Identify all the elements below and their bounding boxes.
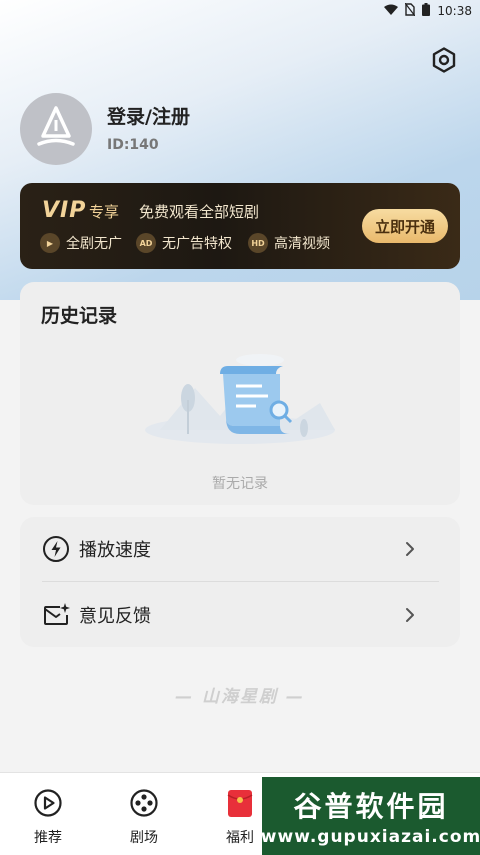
tab-label: 剧场 <box>130 830 158 846</box>
ad-icon: AD <box>136 233 156 253</box>
empty-history-illustration <box>145 354 335 444</box>
vip-feature-label: 高清视频 <box>274 236 330 252</box>
tab-label: 推荐 <box>34 830 62 846</box>
red-envelope-icon <box>227 790 253 817</box>
battery-icon <box>422 3 431 19</box>
vip-feature-no-ads-drama: ▶ 全剧无广 <box>40 233 122 253</box>
chevron-right-icon <box>406 608 414 622</box>
settings-menu: 播放速度 意见反馈 <box>20 517 460 647</box>
vip-feature-hd: HD 高清视频 <box>248 233 330 253</box>
settings-button[interactable] <box>430 46 458 74</box>
vip-feature-label: 全剧无广 <box>66 236 122 252</box>
user-id: ID:140 <box>107 137 159 153</box>
film-reel-icon <box>130 789 158 817</box>
hd-icon: HD <box>248 233 268 253</box>
login-register-link[interactable]: 登录/注册 <box>107 102 190 129</box>
menu-divider <box>42 581 439 582</box>
vip-exclusive-label: 专享 <box>89 203 120 221</box>
status-bar: 10:38 <box>0 0 480 22</box>
menu-item-label: 播放速度 <box>79 540 151 561</box>
vip-logo: VIP <box>42 198 87 223</box>
vip-feature-ad-free: AD 无广告特权 <box>136 233 232 253</box>
brand-watermark: — 山海星剧 — <box>175 687 305 707</box>
no-sim-icon <box>404 2 416 19</box>
empty-history-text: 暂无记录 <box>212 476 268 492</box>
gear-icon <box>432 47 456 73</box>
avatar[interactable] <box>20 93 92 165</box>
lightning-icon <box>43 536 69 562</box>
vip-activate-button[interactable]: 立即开通 <box>362 209 448 243</box>
vip-banner[interactable]: VIP 专享 免费观看全部短剧 ▶ 全剧无广 AD 无广告特权 HD 高清视频 … <box>20 183 460 269</box>
site-watermark-logo: 谷普软件园 www.gupuxiazai.com <box>260 777 480 855</box>
chevron-right-icon <box>406 542 414 556</box>
vip-description: 免费观看全部短剧 <box>139 203 260 221</box>
history-card: 历史记录 暂无记录 <box>20 282 460 505</box>
watermark-url: www.gupuxiazai.com <box>260 827 480 847</box>
play-circle-icon <box>34 789 62 817</box>
menu-item-playback-speed[interactable]: 播放速度 <box>20 517 460 581</box>
tab-theater[interactable]: 剧场 <box>114 787 174 847</box>
wifi-icon <box>384 4 399 19</box>
menu-item-label: 意见反馈 <box>79 606 151 627</box>
vip-feature-label: 无广告特权 <box>162 236 232 252</box>
watermark-title: 谷普软件园 <box>293 790 449 823</box>
feedback-mail-icon <box>44 603 70 625</box>
default-avatar-icon <box>37 106 75 146</box>
tab-recommend[interactable]: 推荐 <box>18 787 78 847</box>
menu-item-feedback[interactable]: 意见反馈 <box>20 583 460 647</box>
history-title: 历史记录 <box>41 305 118 327</box>
video-icon: ▶ <box>40 233 60 253</box>
status-time: 10:38 <box>437 4 472 18</box>
